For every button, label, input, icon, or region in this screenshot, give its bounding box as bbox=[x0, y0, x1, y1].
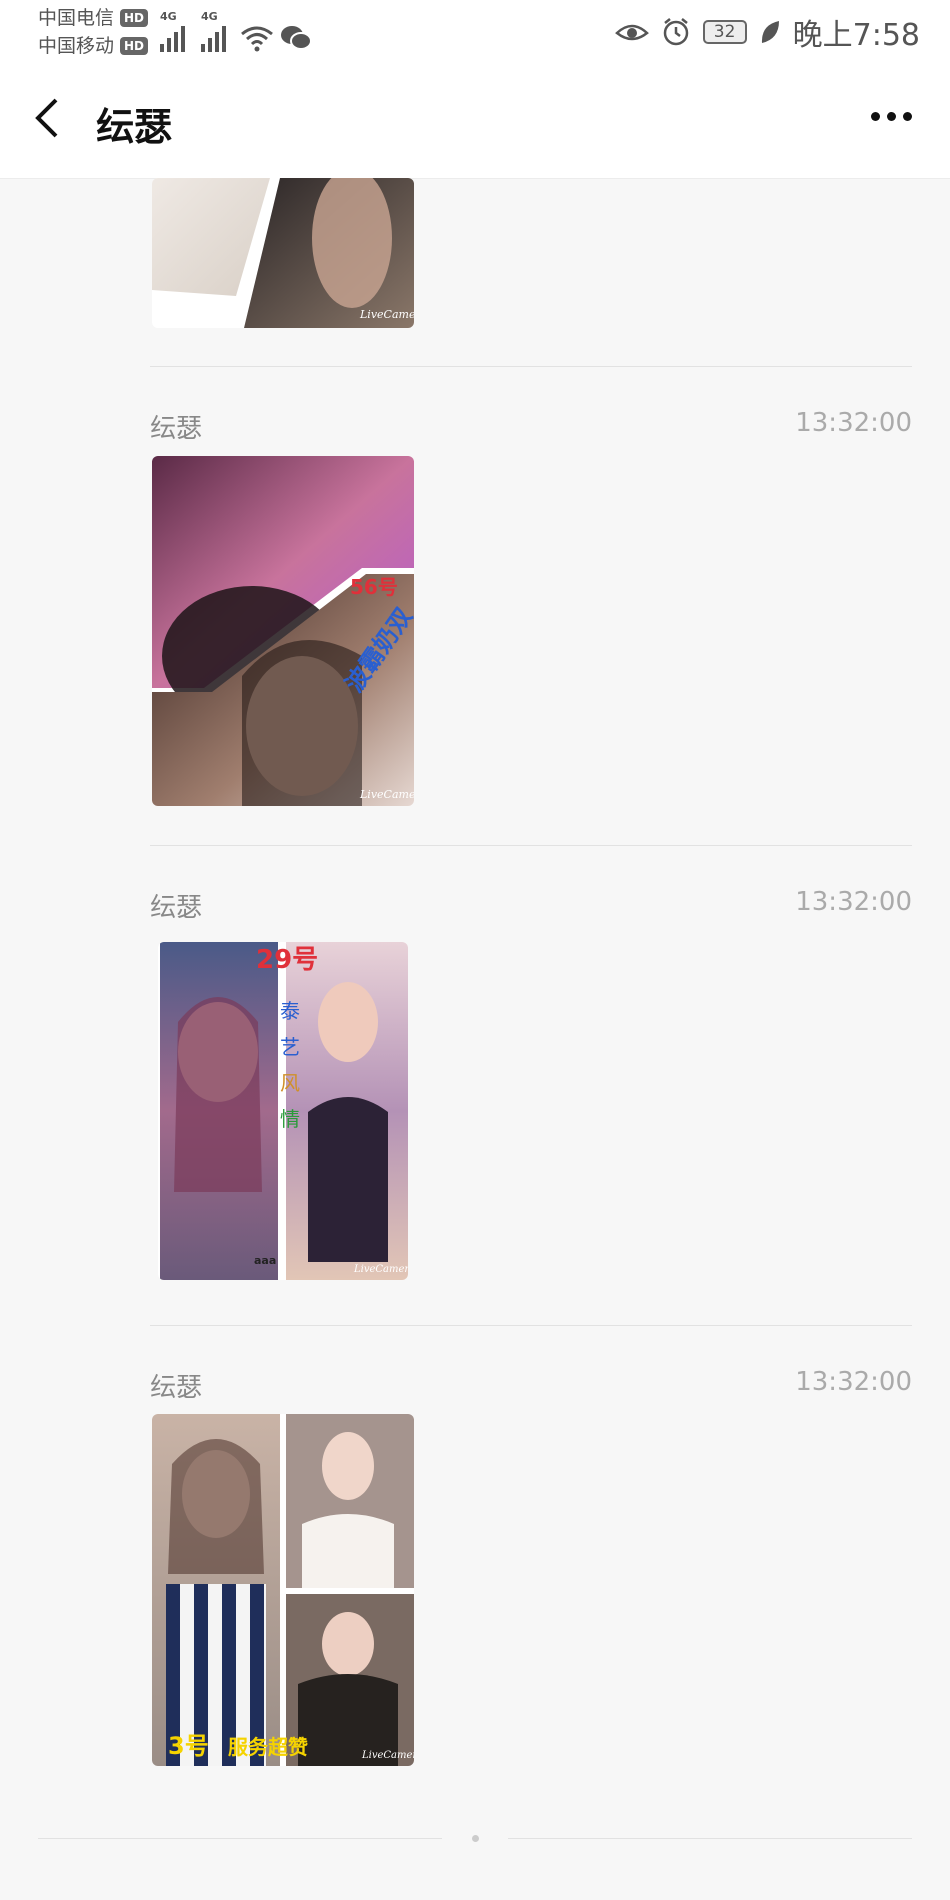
footer-divider-left bbox=[38, 1838, 442, 1839]
carrier-info: 中国电信 HD 中国移动 HD bbox=[38, 4, 149, 60]
overlay-text: 艺 bbox=[280, 1035, 300, 1059]
message-divider bbox=[150, 366, 912, 367]
message-image[interactable]: 3号 服务超赞 LiveCamera bbox=[152, 1414, 414, 1766]
alarm-icon bbox=[663, 18, 688, 46]
overlay-text: 风 bbox=[280, 1071, 300, 1095]
message-image[interactable]: LiveCamera bbox=[152, 178, 414, 328]
overlay-text: 情 bbox=[280, 1107, 300, 1131]
message-sender[interactable]: 纭瑟 bbox=[150, 887, 202, 924]
watermark-text: LiveCamera bbox=[361, 1750, 414, 1761]
carrier-1-label: 中国电信 bbox=[38, 7, 115, 29]
page-title: 纭瑟 bbox=[96, 105, 173, 149]
signal-icon: 4G bbox=[201, 10, 226, 52]
message-item: 纭瑟 13:32:00 bbox=[150, 887, 912, 927]
chevron-left-icon[interactable] bbox=[32, 96, 62, 140]
message-divider bbox=[150, 845, 912, 846]
message-time: 13:32:00 bbox=[795, 887, 912, 917]
signal-icon: 4G bbox=[160, 10, 185, 52]
watermark-text: LiveCamera bbox=[353, 1264, 408, 1275]
message-time: 13:32:00 bbox=[795, 408, 912, 438]
overlay-text: 泰 bbox=[280, 999, 300, 1023]
status-right-group: 32 晚上7:58 bbox=[614, 10, 920, 54]
eye-icon bbox=[614, 24, 649, 41]
watermark-text: LiveCamera bbox=[359, 788, 414, 801]
status-bar: 中国电信 HD 中国移动 HD 4G 4G 32 晚上7:58 bbox=[0, 0, 950, 62]
message-sender[interactable]: 纭瑟 bbox=[150, 408, 202, 445]
message-sender[interactable]: 纭瑟 bbox=[150, 1367, 202, 1404]
more-dots-icon[interactable] bbox=[871, 112, 912, 121]
battery-indicator: 32 bbox=[702, 20, 747, 44]
footer-divider-right bbox=[508, 1838, 912, 1839]
overlay-text: 服务超赞 bbox=[228, 1735, 308, 1759]
carrier-2-label: 中国移动 bbox=[38, 35, 115, 57]
watermark-text: LiveCamera bbox=[359, 308, 414, 321]
wechat-icon bbox=[281, 26, 312, 50]
overlay-text: aaa bbox=[254, 1254, 276, 1267]
nav-bar: 纭瑟 bbox=[0, 62, 950, 179]
message-time: 13:32:00 bbox=[795, 1367, 912, 1397]
message-item: 纭瑟 13:32:00 bbox=[150, 1367, 912, 1407]
overlay-text: 3号 bbox=[168, 1732, 209, 1760]
message-image[interactable]: 29号 泰 艺 风 情 aaa LiveCamera bbox=[158, 942, 408, 1280]
message-divider bbox=[150, 1325, 912, 1326]
clock: 晚上7:58 bbox=[792, 18, 920, 53]
overlay-text: 56号 bbox=[350, 575, 398, 599]
hd-badge: HD bbox=[120, 37, 149, 55]
footer-dot bbox=[472, 1835, 479, 1842]
hd-badge: HD bbox=[120, 9, 149, 27]
message-item: 纭瑟 13:32:00 bbox=[150, 408, 912, 448]
overlay-text: 29号 bbox=[256, 945, 318, 975]
leaf-icon bbox=[761, 21, 779, 43]
message-image[interactable]: 56号 波霸奶双 LiveCamera bbox=[152, 456, 414, 806]
signal-indicators: 4G 4G bbox=[160, 10, 312, 52]
wifi-icon bbox=[241, 26, 273, 52]
